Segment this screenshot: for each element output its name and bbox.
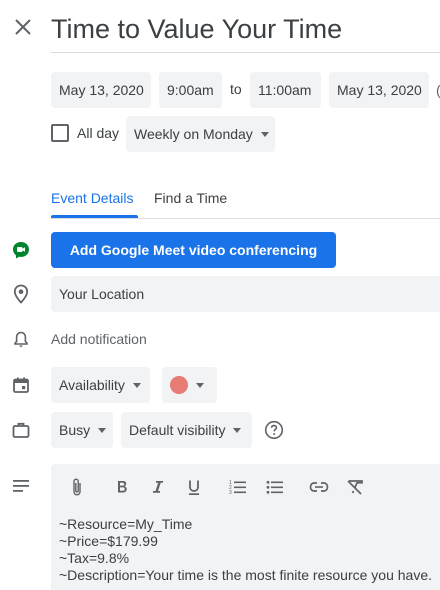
italic-button[interactable] [147, 476, 169, 498]
end-time-button[interactable]: 11:00am [250, 72, 321, 108]
title-input[interactable]: Time to Value Your Time [51, 6, 440, 53]
clear-formatting-icon [347, 480, 363, 495]
visibility-label: Default visibility [129, 422, 226, 438]
start-date-button[interactable]: May 13, 2020 [51, 72, 151, 108]
event-color-swatch [170, 376, 188, 394]
bell-icon [10, 328, 32, 350]
close-icon [15, 19, 31, 35]
chevron-down-icon [98, 427, 107, 433]
tab-divider [51, 218, 440, 219]
tab-event-details[interactable]: Event Details [51, 190, 133, 206]
bold-button[interactable] [111, 476, 133, 498]
help-button[interactable] [264, 420, 284, 440]
italic-icon [153, 481, 163, 493]
visibility-dropdown[interactable]: Default visibility [121, 412, 252, 448]
event-title: Time to Value Your Time [51, 14, 343, 44]
description-line: ~Description=Your time is the most finit… [59, 567, 433, 583]
description-line: ~Tax=9.8% [59, 550, 130, 566]
description-text[interactable]: ~Resource=My_Time ~Price=$179.99 ~Tax=9.8%… [59, 516, 432, 584]
recurrence-dropdown[interactable]: Weekly on Monday [126, 116, 275, 152]
underline-icon [189, 480, 199, 495]
chevron-down-icon [260, 131, 269, 137]
close-button[interactable] [10, 14, 36, 40]
link-icon [309, 482, 329, 492]
add-meet-conferencing-button[interactable]: Add Google Meet video conferencing [51, 232, 336, 268]
recurrence-label: Weekly on Monday [134, 126, 253, 142]
description-line: ~Resource=My_Time [59, 516, 193, 532]
event-editor: Time to Value Your Time May 13, 2020 9:0… [0, 0, 440, 590]
chevron-down-icon [196, 382, 204, 388]
attachment-button[interactable] [66, 476, 88, 498]
chevron-down-icon [132, 382, 141, 388]
timezone-icon[interactable]: ( [436, 82, 440, 98]
description-line: ~Price=$179.99 [59, 533, 158, 549]
to-separator: to [230, 81, 242, 97]
end-date-button[interactable]: May 13, 2020 [329, 72, 429, 108]
notes-icon [10, 475, 32, 497]
google-meet-icon [10, 239, 32, 261]
availability-label: Availability [59, 377, 125, 393]
location-pin-icon [10, 283, 32, 305]
end-time-label: 11:00am [258, 82, 312, 98]
underline-button[interactable] [183, 476, 205, 498]
all-day-checkbox[interactable] [51, 124, 69, 142]
location-value: Your Location [59, 286, 145, 302]
meet-button-label: Add Google Meet video conferencing [69, 242, 318, 258]
svg-text:3: 3 [229, 490, 232, 495]
location-input[interactable]: Your Location [51, 276, 440, 312]
briefcase-icon [10, 419, 32, 441]
help-icon [264, 420, 284, 440]
numbered-list-icon: 1 2 3 [229, 480, 246, 495]
attachment-icon [73, 478, 81, 496]
numbered-list-button[interactable]: 1 2 3 [227, 476, 249, 498]
clear-formatting-button[interactable] [344, 476, 366, 498]
link-button[interactable] [308, 476, 330, 498]
calendar-icon [10, 374, 32, 396]
add-notification-link[interactable]: Add notification [51, 331, 147, 347]
chevron-down-icon [233, 427, 242, 433]
bold-icon [118, 481, 127, 493]
availability-dropdown[interactable]: Availability [51, 367, 150, 403]
bulleted-list-icon [266, 480, 283, 494]
tab-find-a-time[interactable]: Find a Time [154, 190, 227, 206]
all-day-label: All day [77, 125, 120, 141]
end-date-label: May 13, 2020 [337, 82, 422, 98]
busy-label: Busy [59, 422, 91, 438]
event-color-picker[interactable] [162, 367, 217, 403]
busy-status-dropdown[interactable]: Busy [51, 412, 113, 448]
start-time-button[interactable]: 9:00am [159, 72, 222, 108]
start-date-label: May 13, 2020 [59, 82, 144, 98]
bulleted-list-button[interactable] [264, 476, 286, 498]
start-time-label: 9:00am [167, 82, 214, 98]
